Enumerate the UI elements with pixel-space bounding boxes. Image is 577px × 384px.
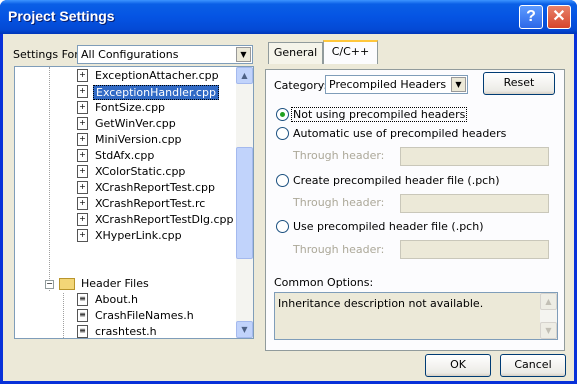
tab-cpp[interactable]: C/C++ — [323, 40, 378, 64]
settings-for-label: Settings For: — [13, 48, 83, 61]
cpp-file-icon: + — [77, 85, 88, 98]
cpp-file-icon: + — [77, 229, 88, 242]
cpp-file-icon: + — [77, 181, 88, 194]
tree-item-label: About.h — [95, 293, 138, 306]
cpp-file-icon: + — [77, 117, 88, 130]
cpp-file-icon: + — [77, 101, 88, 114]
option-create-label[interactable]: Create precompiled header file (.pch) — [293, 174, 500, 187]
chevron-down-icon[interactable]: ▼ — [236, 47, 251, 62]
tree-scrollbar[interactable]: ▲ ▼ — [236, 67, 253, 338]
configuration-dropdown[interactable]: All Configurations ▼ — [77, 45, 253, 64]
through-header-field — [400, 240, 549, 259]
h-file-icon: ≡ — [77, 293, 88, 306]
tree-guide-line — [49, 67, 50, 291]
scroll-thumb[interactable] — [236, 147, 253, 259]
through-header-field — [400, 147, 549, 166]
reset-button[interactable]: Reset — [483, 72, 555, 95]
title-bar[interactable]: Project Settings ? ✕ — [0, 0, 577, 34]
rc-file-icon: + — [77, 197, 88, 210]
chevron-down-icon[interactable]: ▼ — [451, 77, 466, 92]
tree-item-label: XCrashReportTest.rc — [95, 197, 206, 210]
through-header-label: Through header: — [293, 196, 385, 209]
through-header-field — [400, 194, 549, 213]
tree-guide-line — [63, 293, 64, 338]
collapse-toggle[interactable]: − — [45, 280, 54, 289]
cpp-file-icon: + — [77, 165, 88, 178]
tree-item-label: CrashFileNames.h — [95, 309, 194, 322]
category-dropdown[interactable]: Precompiled Headers ▼ — [325, 75, 468, 94]
common-options-label: Common Options: — [274, 276, 374, 289]
project-settings-window: Project Settings ? ✕ Settings For: All C… — [0, 0, 577, 384]
common-options-text: Inheritance description not available. — [278, 297, 484, 310]
tab-general[interactable]: General — [268, 42, 323, 64]
tree-item-label: StdAfx.cpp — [95, 149, 155, 162]
option-not-using-label[interactable]: Not using precompiled headers — [291, 107, 468, 122]
window-title: Project Settings — [8, 8, 115, 24]
tree-item-label: XCrashReportTestDlg.cpp — [95, 213, 234, 226]
tree-item-label: GetWinVer.cpp — [95, 117, 176, 130]
common-options-textbox[interactable]: Inheritance description not available. ▲… — [274, 292, 558, 340]
ok-button[interactable]: OK — [425, 354, 491, 377]
through-header-label: Through header: — [293, 243, 385, 256]
textbox-scrollbar[interactable]: ▲ ▼ — [540, 293, 557, 339]
tree-item-label: MiniVersion.cpp — [95, 133, 182, 146]
scroll-up-arrow-icon[interactable]: ▲ — [540, 293, 557, 310]
folder-icon — [59, 278, 75, 290]
dialog-body: Settings For: All Configurations ▼ + Exc… — [3, 34, 574, 381]
h-file-icon: ≡ — [77, 309, 88, 322]
option-automatic-label[interactable]: Automatic use of precompiled headers — [293, 127, 506, 140]
folder-label: Header Files — [81, 277, 149, 290]
category-label: Category: — [274, 79, 328, 92]
tree-item-label: XColorStatic.cpp — [95, 165, 186, 178]
help-button[interactable]: ? — [519, 5, 543, 29]
tree-item-label: ExceptionHandler.cpp — [93, 85, 219, 100]
cpp-file-icon: + — [77, 69, 88, 82]
cpp-file-icon: + — [77, 133, 88, 146]
close-button[interactable]: ✕ — [547, 5, 571, 29]
option-use-label[interactable]: Use precompiled header file (.pch) — [293, 220, 484, 233]
configuration-value: All Configurations — [81, 48, 179, 61]
scroll-down-arrow-icon[interactable]: ▼ — [236, 321, 253, 338]
cpp-file-icon: + — [77, 213, 88, 226]
category-value: Precompiled Headers — [329, 78, 447, 91]
radio-create[interactable] — [276, 174, 289, 187]
tree-item-label: crashtest.h — [95, 325, 157, 338]
tree-item-label: XHyperLink.cpp — [95, 229, 182, 242]
radio-use[interactable] — [276, 220, 289, 233]
scroll-down-arrow-icon[interactable]: ▼ — [540, 322, 557, 339]
through-header-label: Through header: — [293, 149, 385, 162]
tree-item-label: XCrashReportTest.cpp — [95, 181, 216, 194]
tree-item-label: ExceptionAttacher.cpp — [95, 69, 219, 82]
cancel-button[interactable]: Cancel — [500, 354, 566, 377]
project-file-tree[interactable]: + ExceptionAttacher.cpp + ExceptionHandl… — [14, 66, 254, 339]
cpp-file-icon: + — [77, 149, 88, 162]
h-file-icon: ≡ — [77, 325, 88, 338]
radio-automatic[interactable] — [276, 127, 289, 140]
radio-not-using[interactable] — [276, 108, 289, 121]
scroll-up-arrow-icon[interactable]: ▲ — [236, 67, 253, 84]
tree-item-label: FontSize.cpp — [95, 101, 166, 114]
